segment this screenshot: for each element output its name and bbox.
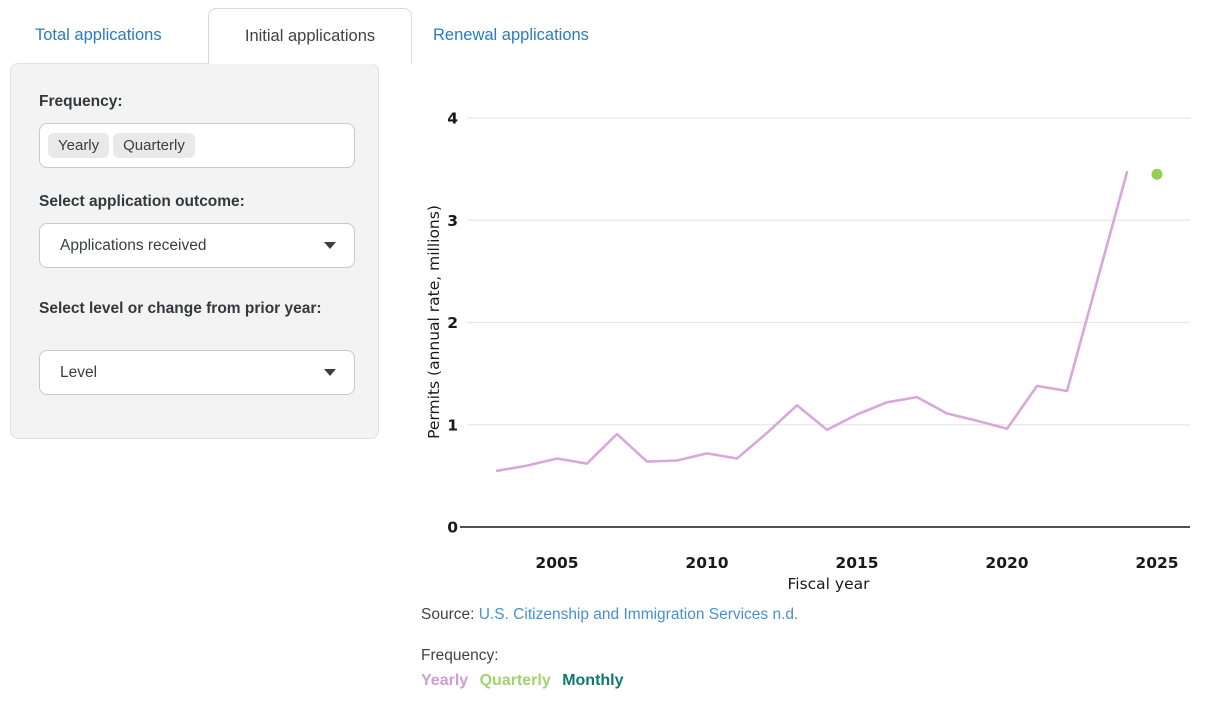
frequency-label: Frequency:: [39, 93, 123, 110]
level-select[interactable]: Level: [39, 350, 355, 395]
legend-monthly[interactable]: Monthly: [562, 672, 623, 689]
frequency-legend: Yearly Quarterly Monthly: [421, 672, 631, 690]
y-tick-label: 2: [447, 314, 458, 332]
latest-point-dot: [1151, 168, 1163, 180]
x-tick-label: 2010: [685, 554, 728, 572]
tab-total-applications[interactable]: Total applications: [35, 8, 162, 63]
level-label: Select level or change from prior year:: [39, 300, 322, 317]
series-line-yearly: [495, 170, 1129, 473]
y-tick-label: 4: [447, 110, 458, 128]
legend-quarterly[interactable]: Quarterly: [480, 672, 551, 689]
filter-panel: Frequency: Yearly Quarterly Select appli…: [10, 63, 379, 439]
source-link[interactable]: U.S. Citizenship and Immigration Service…: [479, 606, 799, 623]
source-prefix: Source:: [421, 606, 479, 623]
frequency-option-yearly[interactable]: Yearly: [48, 133, 110, 158]
outcome-label: Select application outcome:: [39, 193, 245, 210]
chevron-down-icon: [324, 369, 336, 376]
x-tick-label: 2020: [985, 554, 1028, 572]
frequency-option-box[interactable]: Yearly Quarterly: [39, 123, 355, 168]
x-axis-title: Fiscal year: [787, 575, 870, 593]
app: Total applications Initial applications …: [0, 0, 1210, 703]
outcome-select[interactable]: Applications received: [39, 223, 355, 268]
y-tick-label: 0: [447, 519, 458, 537]
y-tick-label: 1: [447, 416, 458, 434]
chart-canvas: 0 1 2 3 4 2005 2010 2015 2020 2025: [447, 110, 1190, 572]
y-axis-title: Permits (annual rate, millions): [425, 205, 443, 439]
frequency-option-quarterly[interactable]: Quarterly: [113, 133, 195, 158]
outcome-select-value: Applications received: [60, 236, 207, 254]
chevron-down-icon: [324, 242, 336, 249]
source-line: Source: U.S. Citizenship and Immigration…: [421, 606, 798, 624]
legend-yearly[interactable]: Yearly: [421, 672, 468, 689]
x-tick-label: 2025: [1135, 554, 1178, 572]
y-tick-label: 3: [447, 212, 458, 230]
tab-renewal-applications[interactable]: Renewal applications: [433, 8, 589, 63]
tab-initial-applications[interactable]: Initial applications: [208, 8, 412, 64]
level-select-value: Level: [60, 363, 98, 381]
footer-frequency-label: Frequency:: [421, 647, 499, 664]
line-chart: Permits (annual rate, millions) 0 1 2 3 4 200…: [420, 85, 1195, 600]
x-tick-label: 2005: [535, 554, 578, 572]
x-tick-label: 2015: [835, 554, 878, 572]
